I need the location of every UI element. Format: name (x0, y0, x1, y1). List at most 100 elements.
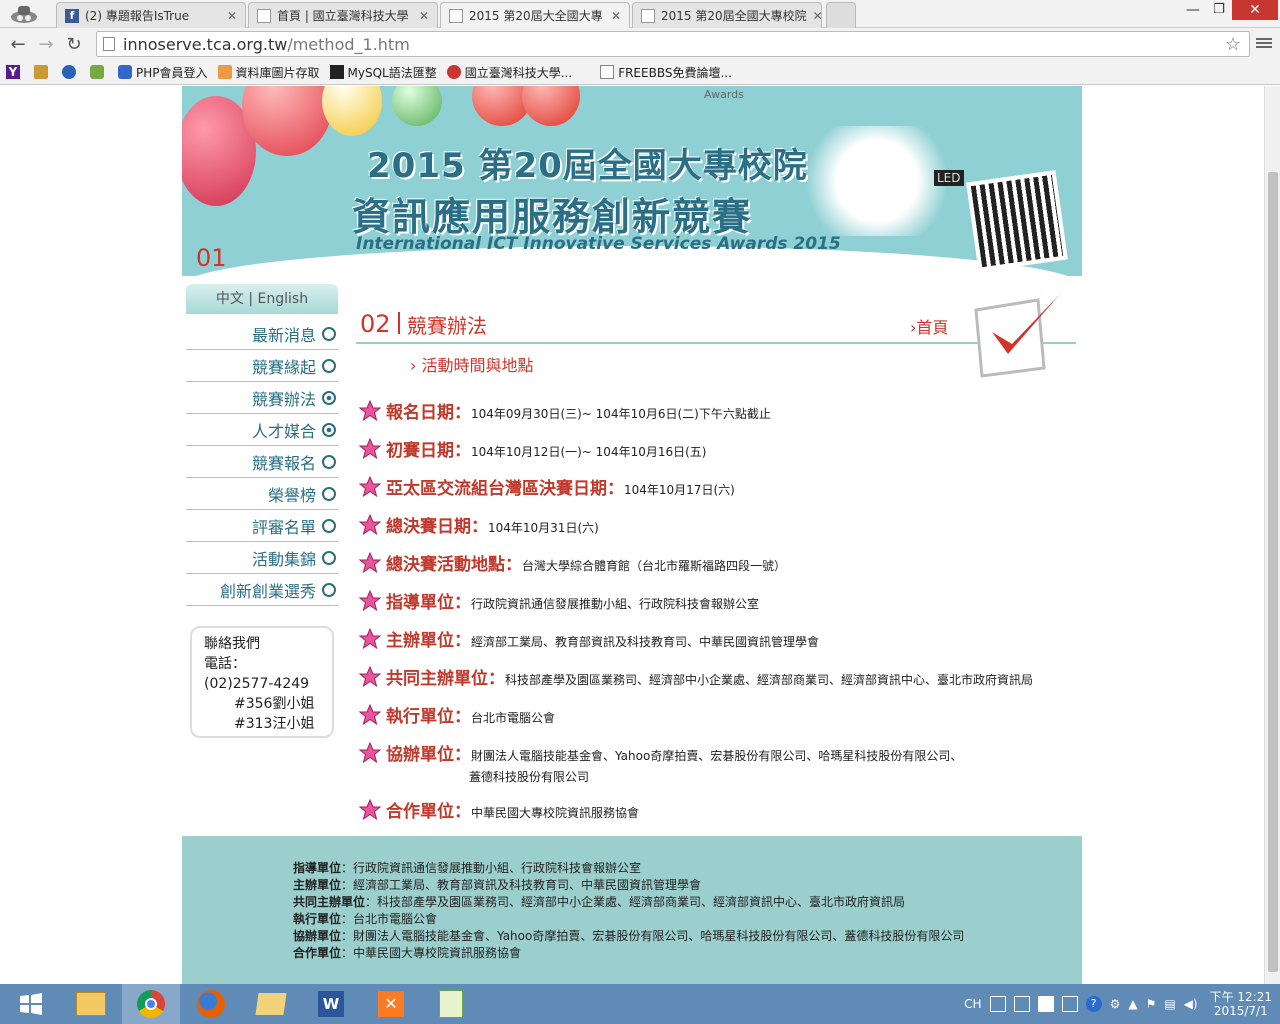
language-switch[interactable]: 中文 | English (186, 284, 338, 314)
user-avatar-icon[interactable] (6, 3, 42, 25)
bookmark-icon (90, 65, 104, 79)
star-icon (358, 798, 382, 820)
word-icon[interactable]: W (302, 984, 360, 1024)
circle-icon (322, 326, 336, 341)
close-window-button[interactable]: ✕ (1232, 0, 1278, 20)
info-row-organizer: 主辦單位： 經濟部工業局、教育部資訊及科技教育司、中華民國資訊管理學會 (358, 626, 819, 651)
vertical-scrollbar[interactable] (1264, 86, 1280, 984)
url-input[interactable]: innoserve.tca.org.tw/method_1.htm ☆ (96, 31, 1250, 57)
menu-icon[interactable] (1256, 36, 1272, 52)
chrome-icon[interactable] (122, 984, 180, 1024)
browser-tab-strip: f (2) 專題報告IsTrue ✕ 首頁 | 國立臺灣科技大學 ✕ 2015 … (0, 0, 1280, 28)
tab-method[interactable]: 2015 第20屆大全國大專 ✕ (440, 2, 630, 28)
sidebar-item-origin[interactable]: 競賽緣起 (186, 350, 338, 382)
close-icon[interactable]: ✕ (605, 9, 621, 23)
sidebar-item-news[interactable]: 最新消息 (186, 318, 338, 350)
page-icon (103, 37, 115, 51)
info-row-asia: 亞太區交流組台灣區決賽日期： 104年10月17日(六) (358, 474, 735, 499)
bookmark-ntust[interactable]: 國立臺灣科技大學... (446, 64, 572, 81)
chevron-right-icon: › (410, 356, 422, 375)
ime-width-icon[interactable] (1013, 996, 1030, 1012)
address-toolbar: ← → ↻ innoserve.tca.org.tw/method_1.htm … (0, 28, 1280, 60)
info-row-venue: 總決賽活動地點： 台灣大學綜合體育館（台北市羅斯福路四段一號） (358, 550, 786, 575)
bookmark-yahoo[interactable]: Y (6, 65, 24, 79)
banner-awards-text: Awards (704, 88, 744, 101)
contact-box: 聯絡我們 電話： (02)2577-4249 #356劉小姐 #313汪小姐 (190, 626, 334, 738)
tab-awards[interactable]: 2015 第20屆全國大專校院 ✕ (632, 2, 822, 28)
page-icon (449, 8, 463, 23)
close-icon[interactable]: ✕ (413, 9, 429, 23)
star-icon (358, 589, 382, 611)
close-icon[interactable]: ✕ (807, 9, 821, 23)
star-icon (358, 665, 382, 687)
url-host: innoserve.tca.org.tw (123, 34, 288, 54)
ime-pad-icon[interactable] (1061, 996, 1078, 1012)
ime-mode-icon[interactable] (989, 996, 1006, 1012)
sidebar-item-talent[interactable]: 人才媒合 (186, 414, 338, 446)
subsection-link[interactable]: › 活動時間與地點 (410, 352, 534, 376)
info-row-assist-cont: 蓋德科技股份有限公司 (469, 770, 590, 784)
tray-settings-icon[interactable]: ⚙ (1110, 997, 1121, 1011)
firefox-icon[interactable] (182, 984, 240, 1024)
sidebar-item-startup[interactable]: 創新創業選秀 (186, 574, 338, 606)
banner-title-line3: International ICT Innovative Services Aw… (356, 234, 841, 254)
volume-icon[interactable]: ◀) (1184, 997, 1198, 1011)
notepad-icon[interactable] (422, 984, 480, 1024)
circle-icon (322, 358, 336, 373)
home-link[interactable]: ›首頁 (910, 314, 948, 338)
balloon-red (522, 86, 580, 126)
tab-facebook[interactable]: f (2) 專題報告IsTrue ✕ (56, 2, 246, 28)
clock-time: 下午 12:21 (1209, 990, 1272, 1004)
back-icon[interactable]: ← (4, 30, 32, 58)
bookmark-4[interactable] (90, 65, 108, 79)
circle-icon (322, 582, 336, 597)
circle-icon (322, 486, 336, 501)
bookmark-db[interactable]: 資料庫圖片存取 (217, 64, 320, 81)
tray-expand-icon[interactable]: ▲ (1128, 997, 1137, 1011)
action-center-icon[interactable]: ⚑ (1146, 997, 1157, 1011)
start-button[interactable] (2, 984, 60, 1024)
contact-phone: (02)2577-4249 (204, 676, 310, 692)
minimize-button[interactable]: — (1180, 2, 1206, 20)
clock[interactable]: 下午 12:21 2015/7/1 (1210, 990, 1272, 1018)
qr-code-image (966, 170, 1068, 272)
bookmark-php[interactable]: PHP會員登入 (118, 64, 208, 81)
close-icon[interactable]: ✕ (221, 9, 237, 23)
sidebar-item-gallery[interactable]: 活動集錦 (186, 542, 338, 574)
globe-icon (62, 65, 76, 79)
file-explorer-icon[interactable] (62, 984, 120, 1024)
info-row-assist: 協辦單位： 財團法人電腦技能基金會、Yahoo奇摩拍賣、宏碁股份有限公司、哈瑪星科… (358, 740, 962, 765)
heading-divider (398, 312, 400, 334)
balloon-yellow (322, 86, 382, 136)
ime-indicator[interactable]: CH (964, 997, 981, 1011)
page-footer: 指導單位：行政院資訊通信發展推動小組、行政院科技會報辦公室 主辦單位：經濟部工業… (182, 836, 1082, 984)
reload-icon[interactable]: ↻ (60, 30, 88, 58)
scrollbar-thumb[interactable] (1268, 172, 1278, 972)
folder-icon[interactable] (242, 984, 300, 1024)
info-row-prelim: 初賽日期： 104年10月12日(一)~ 104年10月16日(五) (358, 436, 706, 461)
ime-full-icon[interactable] (1037, 996, 1054, 1012)
image-icon (217, 65, 232, 79)
xampp-icon[interactable]: ✕ (362, 984, 420, 1024)
sidebar-item-rules[interactable]: 競賽辦法 (186, 382, 338, 414)
forward-icon[interactable]: → (32, 30, 60, 58)
bookmark-2[interactable] (34, 65, 52, 79)
circle-icon (322, 518, 336, 533)
network-icon[interactable]: ▤ (1164, 997, 1175, 1011)
maximize-button[interactable]: ❐ (1206, 2, 1232, 20)
facebook-icon: f (65, 8, 79, 23)
help-icon[interactable]: ? (1085, 996, 1102, 1012)
sidebar-item-register[interactable]: 競賽報名 (186, 446, 338, 478)
bookmark-star-icon[interactable]: ☆ (1225, 34, 1241, 55)
info-row-coorganizer: 共同主辦單位： 科技部產學及園區業務司、經濟部中小企業處、經濟部商業司、經濟部資訊… (358, 664, 1033, 689)
sidebar-item-honors[interactable]: 榮譽榜 (186, 478, 338, 510)
sidebar-item-judges[interactable]: 評審名單 (186, 510, 338, 542)
footer-line: 主辦單位：經濟部工業局、教育部資訊及科技教育司、中華民國資訊管理學會 (293, 878, 702, 892)
bookmark-freebbs[interactable]: FREEBBS免費論壇... (600, 64, 732, 81)
footer-line: 執行單位：台北市電腦公會 (293, 912, 438, 926)
star-icon (358, 703, 382, 725)
bookmark-mysql[interactable]: MySQL語法匯整 (329, 64, 437, 81)
bookmark-3[interactable] (62, 65, 80, 79)
new-tab-button[interactable] (826, 2, 856, 28)
tab-ntust[interactable]: 首頁 | 國立臺灣科技大學 ✕ (248, 2, 438, 28)
